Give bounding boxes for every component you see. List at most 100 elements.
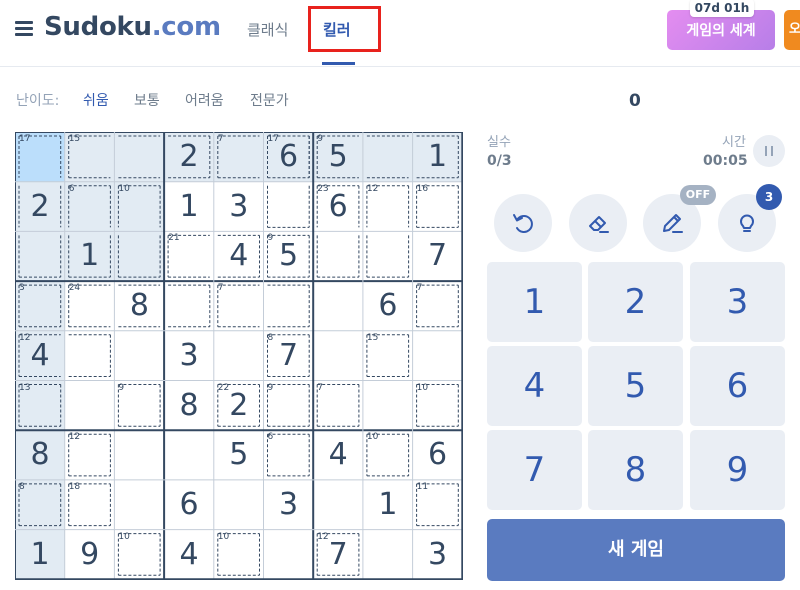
number-key-2[interactable]: 2 [588,262,683,342]
number-key-4[interactable]: 4 [487,346,582,426]
board-cell-r4c6[interactable] [264,281,314,331]
board-cell-r9c5[interactable]: 10 [214,530,264,580]
number-key-7[interactable]: 7 [487,430,582,510]
board-cell-r9c6[interactable] [264,530,314,580]
board-cell-r5c7[interactable] [313,331,363,381]
board-cell-r1c4[interactable]: 2 [164,132,215,182]
board-cell-r8c5[interactable] [214,480,264,530]
board-cell-r9c8[interactable] [363,530,413,580]
board-cell-r8c7[interactable] [313,480,363,530]
board-cell-r3c6[interactable]: 95 [264,231,314,281]
number-key-8[interactable]: 8 [588,430,683,510]
board-cell-r3c4[interactable]: 21 [164,231,214,281]
board-cell-r6c9[interactable]: 10 [413,381,463,431]
board-cell-r2c7[interactable]: 23 6 [313,182,363,232]
board-cell-r4c5[interactable]: 7 [214,281,264,331]
board-cell-r5c6[interactable]: 87 [264,331,314,381]
board-cell-r2c1[interactable]: 2 [15,181,65,232]
board-cell-r5c5[interactable] [214,331,264,381]
board-cell-r9c7[interactable]: 12 7 [313,530,363,580]
board-cell-r5c1[interactable]: 12 4 [15,330,65,381]
board-cell-r5c4[interactable]: 3 [164,331,214,381]
board-cell-r2c2[interactable]: 6 [64,181,115,232]
board-cell-r7c3[interactable] [114,430,164,480]
board-cell-r7c7[interactable]: 4 [313,430,363,480]
undo-button[interactable] [494,194,552,252]
board-cell-r8c9[interactable]: 11 [413,480,463,530]
board-cell-r7c4[interactable] [164,430,214,480]
board-cell-r3c2[interactable]: 1 [64,231,115,282]
difficulty-option-expert[interactable]: 전문가 [250,90,289,110]
difficulty-option-medium[interactable]: 보통 [134,90,160,110]
difficulty-option-easy[interactable]: 쉬움 [83,90,109,110]
board-cell-r2c5[interactable]: 3 [214,182,264,232]
board-cell-r9c9[interactable]: 3 [413,530,463,580]
number-key-1[interactable]: 1 [487,262,582,342]
board-cell-r5c2[interactable] [65,331,115,381]
board-cell-r3c8[interactable] [363,231,413,281]
board-cell-r1c7[interactable]: 95 [313,132,364,182]
board-cell-r6c4[interactable]: 8 [164,381,214,431]
board-cell-r6c7[interactable]: 7 [313,381,363,431]
board-cell-r2c8[interactable]: 12 [363,182,413,232]
board-cell-r7c6[interactable]: 6 [264,430,314,480]
number-key-6[interactable]: 6 [690,346,785,426]
board-cell-r8c3[interactable] [114,480,164,530]
board-cell-r3c7[interactable] [313,231,363,281]
board-cell-r4c2[interactable]: 24 [65,281,115,331]
board-cell-r2c4[interactable]: 1 [164,182,214,232]
board-cell-r8c2[interactable]: 18 [65,480,115,530]
board-cell-r8c1[interactable]: 8 [15,479,65,530]
board-cell-r4c1[interactable]: 3 [15,281,65,332]
site-logo[interactable]: Sudoku.com [44,12,221,42]
number-key-3[interactable]: 3 [690,262,785,342]
board-cell-r6c3[interactable]: 9 [114,381,164,431]
board-cell-r7c1[interactable]: 8 [15,430,65,481]
board-cell-r1c6[interactable]: 17 6 [263,132,314,182]
board-cell-r3c5[interactable]: 4 [214,231,264,281]
board-cell-r2c3[interactable]: 10 [114,181,165,232]
board-cell-r4c4[interactable] [164,281,214,331]
board-cell-r2c9[interactable]: 16 [413,182,463,232]
board-cell-r7c5[interactable]: 5 [214,430,264,480]
board-cell-r6c1[interactable]: 13 [15,380,65,431]
board-cell-r3c9[interactable]: 7 [413,231,463,281]
board-cell-r7c9[interactable]: 6 [413,430,463,480]
number-key-9[interactable]: 9 [690,430,785,510]
board-cell-r7c8[interactable]: 10 [363,430,413,480]
board-cell-r8c6[interactable]: 3 [264,480,314,530]
board-cell-r2c6[interactable] [264,182,314,232]
board-cell-r1c1[interactable]: 17 [15,132,65,182]
tab-classic[interactable]: 클래식 [247,19,288,40]
board-cell-r8c4[interactable]: 6 [164,480,214,530]
board-cell-r9c2[interactable]: 9 [65,530,115,580]
board-cell-r9c1[interactable]: 1 [15,529,65,580]
board-cell-r5c9[interactable] [413,331,463,381]
board-cell-r1c5[interactable]: 7 [213,132,264,182]
board-cell-r4c3[interactable]: 8 [114,281,164,331]
board-cell-r4c7[interactable] [313,281,363,331]
erase-button[interactable] [569,194,627,252]
board-cell-r5c8[interactable]: 15 [363,331,413,381]
board-cell-r9c4[interactable]: 4 [164,530,214,580]
board-cell-r1c8[interactable] [362,132,413,182]
difficulty-option-hard[interactable]: 어려움 [185,90,224,110]
number-key-5[interactable]: 5 [588,346,683,426]
board-cell-r6c6[interactable]: 9 [264,381,314,431]
orange-edge-button[interactable]: 오 [784,10,800,50]
hamburger-menu-icon[interactable] [15,21,33,36]
board-cell-r7c2[interactable]: 12 [65,430,115,480]
board-cell-r5c3[interactable] [114,331,164,381]
board-cell-r4c9[interactable]: 7 [413,281,463,331]
board-cell-r6c8[interactable] [363,381,413,431]
pause-button[interactable] [753,135,785,167]
board-cell-r1c2[interactable]: 15 [64,132,115,182]
board-cell-r1c9[interactable]: 1 [412,132,463,182]
board-cell-r3c3[interactable] [114,231,165,282]
new-game-button[interactable]: 새 게임 [487,519,785,581]
board-cell-r4c8[interactable]: 6 [363,281,413,331]
board-cell-r9c3[interactable]: 10 [114,530,164,580]
board-cell-r6c5[interactable]: 22 2 [214,381,264,431]
board-cell-r8c8[interactable]: 1 [363,480,413,530]
board-cell-r3c1[interactable] [15,231,65,282]
